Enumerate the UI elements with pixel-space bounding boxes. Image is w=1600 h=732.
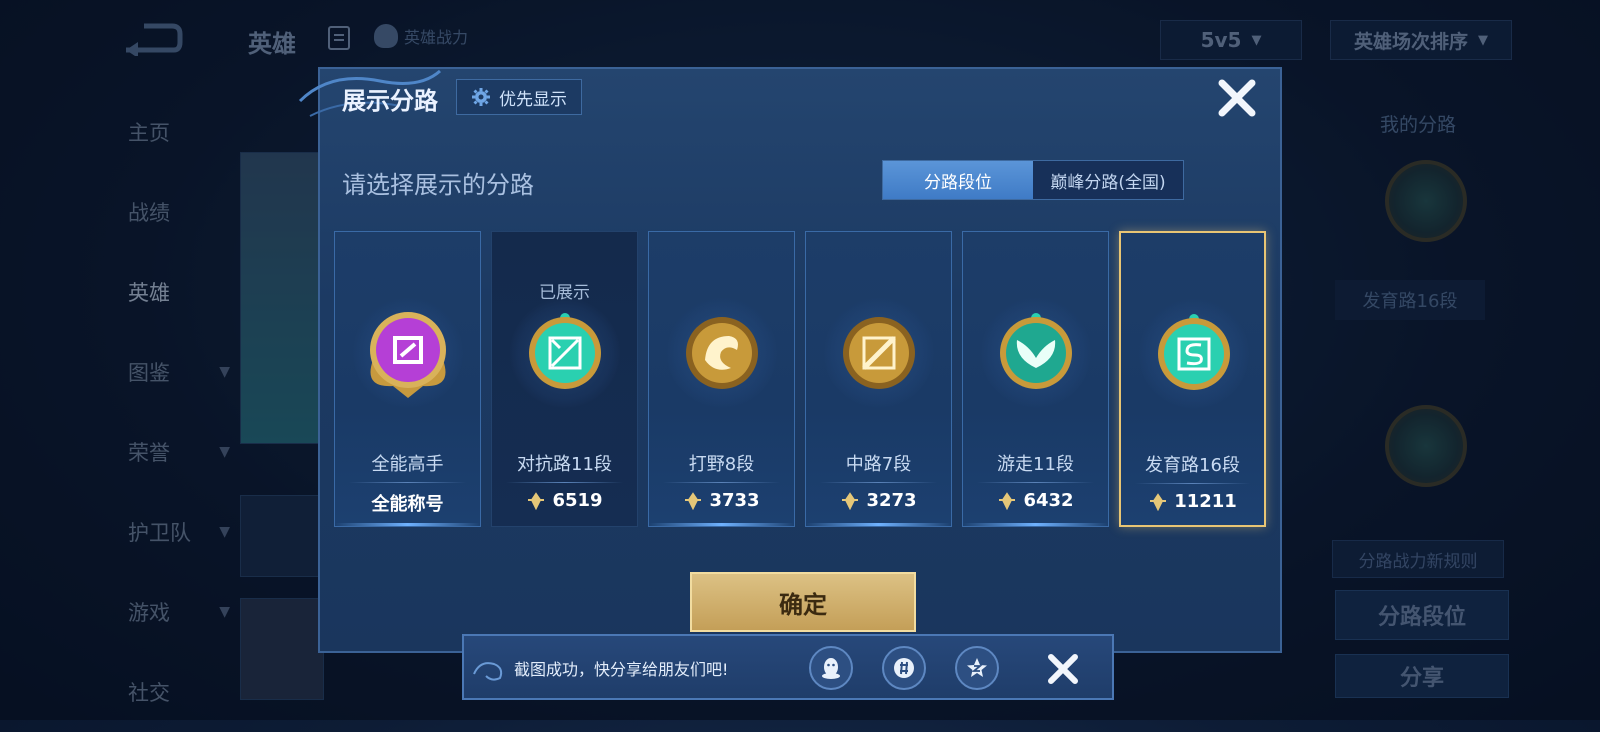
divider xyxy=(349,482,466,483)
lane-power: 6519 xyxy=(492,490,637,511)
lane-name: 打野8段 xyxy=(688,454,755,475)
lane-card-clash[interactable]: 已展示 对抗路11段 6519 xyxy=(491,231,638,527)
badge-halo xyxy=(824,298,934,408)
power-icon xyxy=(842,491,859,510)
mid-lane-badge-icon xyxy=(843,317,915,389)
lane-card-jungle[interactable]: 打野8段 3733 xyxy=(648,231,795,527)
priority-display-button[interactable]: 优先显示 xyxy=(456,79,582,115)
power-icon xyxy=(528,491,545,510)
allround-badge-icon xyxy=(370,312,446,398)
divider xyxy=(1135,483,1250,484)
qzone-icon[interactable] xyxy=(955,646,999,690)
clash-lane-badge-icon xyxy=(529,313,601,389)
close-icon[interactable] xyxy=(1044,650,1082,688)
divider xyxy=(506,482,623,483)
farm-lane-badge-icon xyxy=(1158,314,1230,390)
tab-lane-rank[interactable]: 分路段位 xyxy=(883,161,1033,199)
badge-halo xyxy=(1139,299,1249,409)
lane-card-mid[interactable]: 中路7段 3273 xyxy=(805,231,952,527)
lane-power: 11211 xyxy=(1121,491,1264,512)
divider xyxy=(977,482,1094,483)
lane-name: 对抗路11段 xyxy=(517,454,612,475)
lane-power-value: 11211 xyxy=(1174,491,1237,512)
lane-name: 发育路16段 xyxy=(1145,455,1240,476)
lane-card-allround[interactable]: 全能高手 全能称号 xyxy=(334,231,481,527)
card-glow xyxy=(649,523,794,526)
screenshot-share-toast: 截图成功，快分享给朋友们吧! xyxy=(462,634,1114,700)
lane-power-value: 3733 xyxy=(709,490,760,511)
badge-halo xyxy=(353,298,463,408)
dialog-subtitle: 请选择展示的分路 xyxy=(342,171,534,199)
card-glow xyxy=(806,523,951,526)
lane-name: 全能高手 xyxy=(371,454,444,475)
lane-list: 全能高手 全能称号 已展示 对抗路11段 6519 打野8段 3733 中路7段… xyxy=(334,231,1266,527)
card-glow xyxy=(335,523,480,526)
card-glow xyxy=(963,523,1108,526)
lane-value: 全能称号 xyxy=(335,490,480,516)
gear-icon xyxy=(472,88,490,106)
lane-power: 6432 xyxy=(963,490,1108,511)
close-icon[interactable] xyxy=(1214,75,1260,121)
lane-power-value: 6432 xyxy=(1023,490,1074,511)
tab-peak-lane[interactable]: 巅峰分路(全国) xyxy=(1033,161,1183,199)
lane-card-farm[interactable]: 发育路16段 11211 xyxy=(1119,231,1266,527)
dialog-title: 展示分路 xyxy=(342,87,438,115)
lane-name: 游走11段 xyxy=(997,454,1074,475)
divider xyxy=(663,482,780,483)
roam-wings-badge-icon xyxy=(1000,313,1072,389)
power-icon xyxy=(685,491,702,510)
lane-value-text: 全能称号 xyxy=(371,494,444,515)
lane-power: 3733 xyxy=(649,490,794,511)
lane-type-tabs: 分路段位 巅峰分路(全国) xyxy=(882,160,1184,200)
lane-card-roam[interactable]: 游走11段 6432 xyxy=(962,231,1109,527)
qq-icon[interactable] xyxy=(809,646,853,690)
badge-halo xyxy=(510,298,620,408)
cloud-decoration-icon xyxy=(473,662,503,681)
wechat-moments-icon[interactable] xyxy=(882,646,926,690)
priority-display-label: 优先显示 xyxy=(499,89,567,110)
lane-power-value: 6519 xyxy=(552,490,603,511)
jungle-dragon-badge-icon xyxy=(686,317,758,389)
badge-halo xyxy=(981,298,1091,408)
lane-name: 中路7段 xyxy=(845,454,912,475)
lane-power-value: 3273 xyxy=(866,490,917,511)
toast-message: 截图成功，快分享给朋友们吧! xyxy=(514,660,729,679)
power-icon xyxy=(999,491,1016,510)
divider xyxy=(820,482,937,483)
lane-power: 3273 xyxy=(806,490,951,511)
lane-display-dialog: 展示分路 优先显示 请选择展示的分路 分路段位 巅峰分路(全国) 全能高手 全能… xyxy=(298,67,1282,653)
badge-halo xyxy=(667,298,777,408)
power-icon xyxy=(1150,492,1167,511)
confirm-button[interactable]: 确定 xyxy=(690,572,916,632)
